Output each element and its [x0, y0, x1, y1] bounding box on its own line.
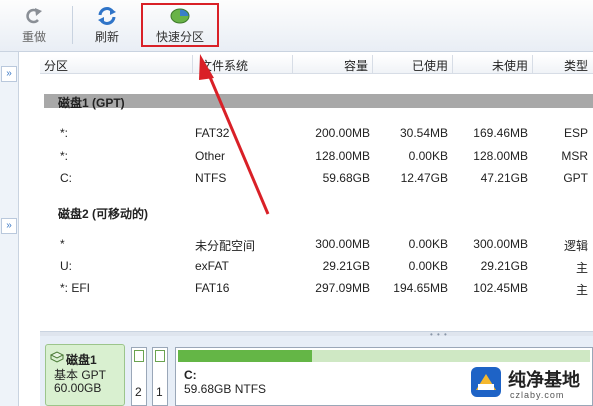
watermark: 纯净基地 czlaby.com [470, 364, 593, 406]
logo-icon [471, 367, 501, 397]
annotation-arrow [199, 54, 270, 215]
watermark-title: 纯净基地 [508, 370, 580, 390]
watermark-url: czlaby.com [510, 390, 565, 400]
